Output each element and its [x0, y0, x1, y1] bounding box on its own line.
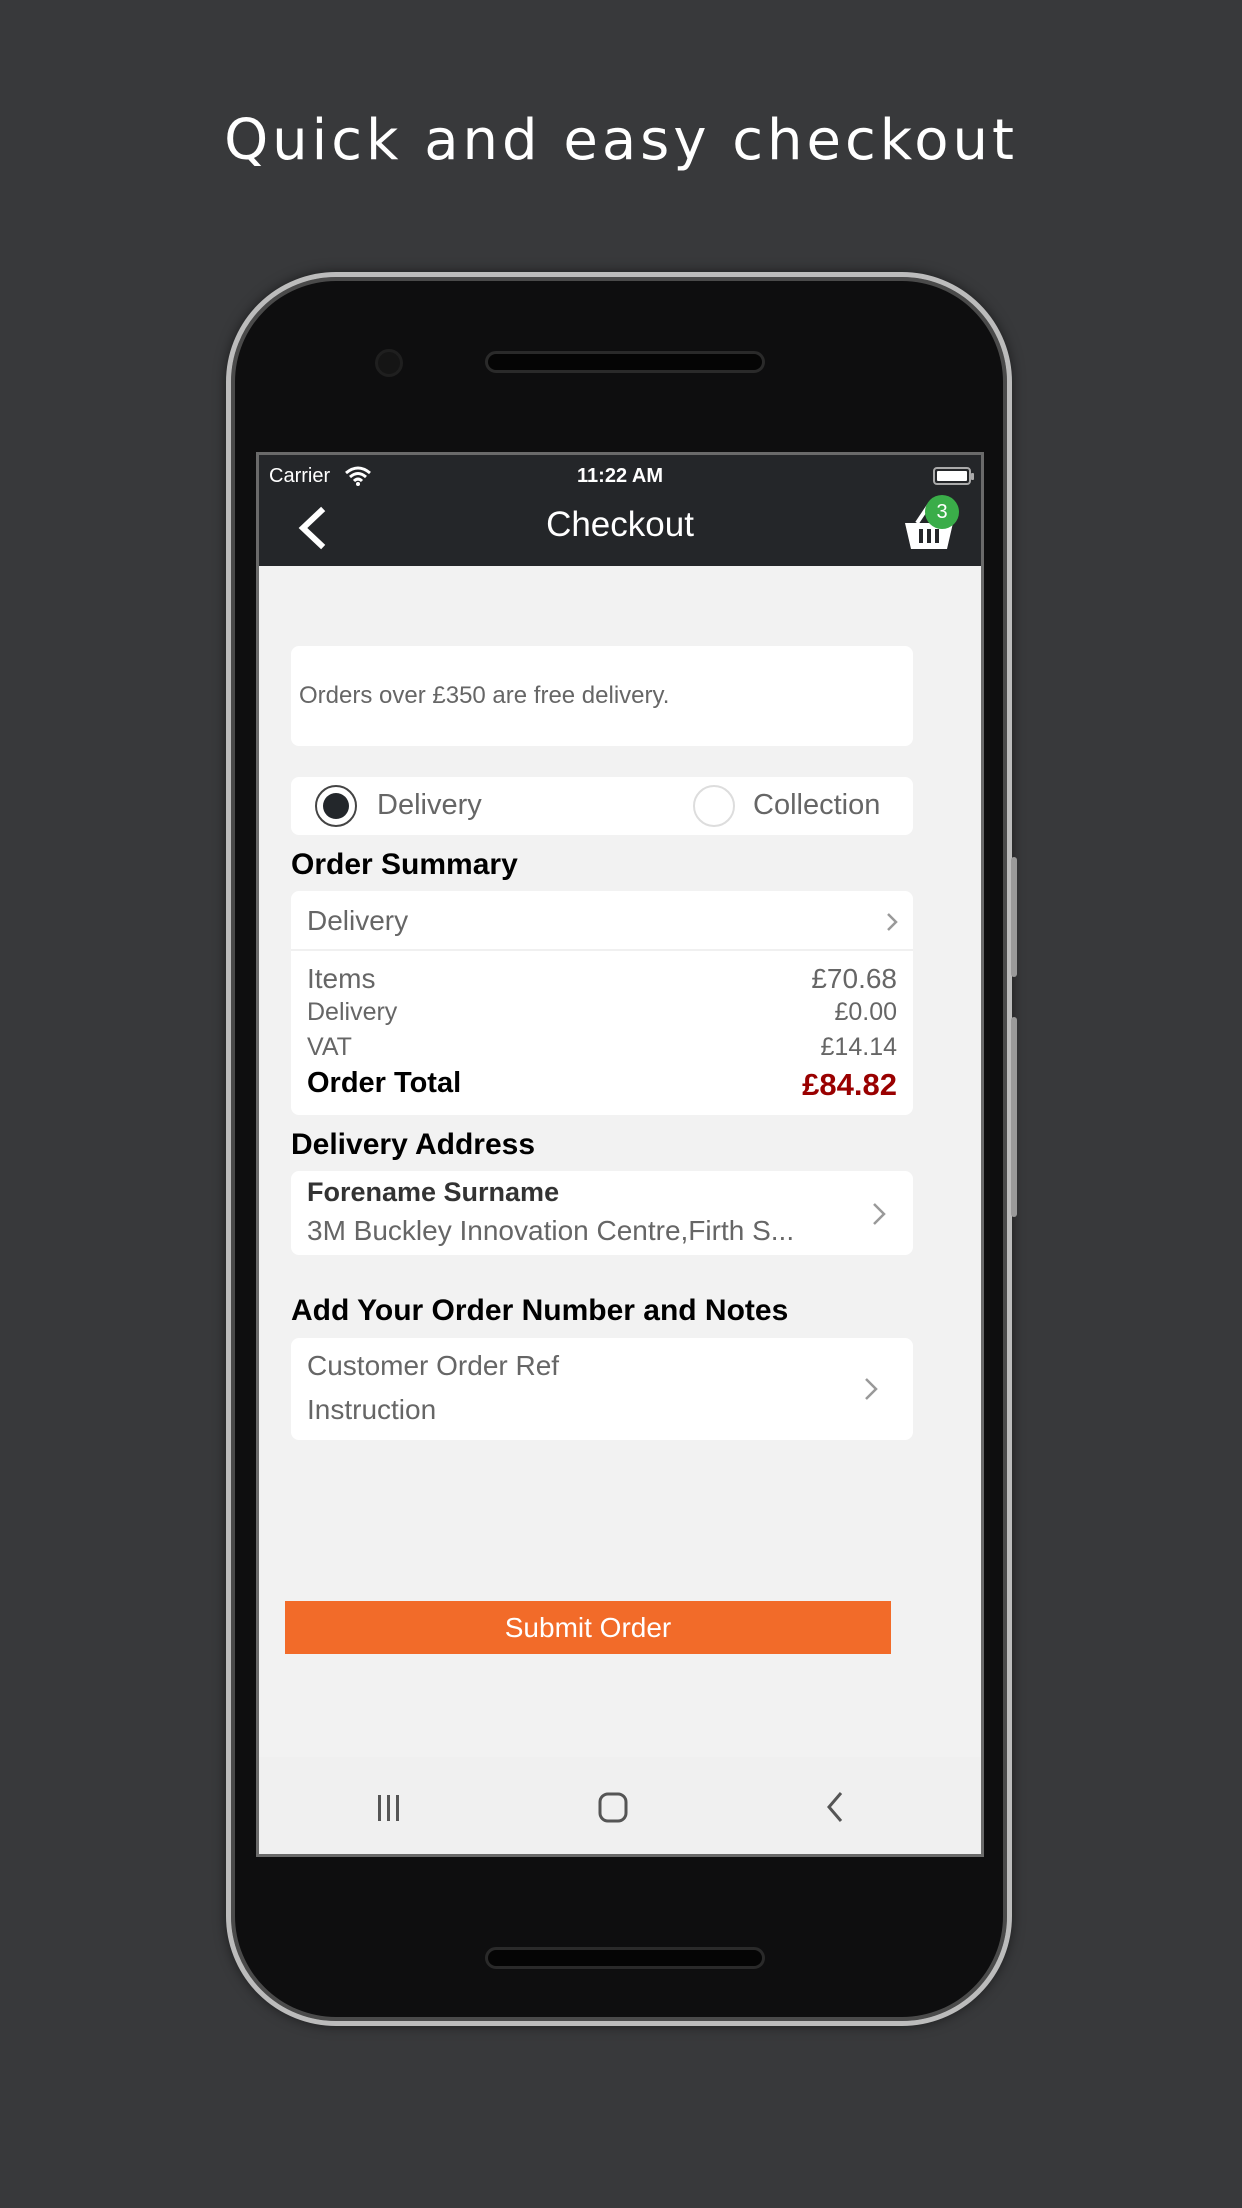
promo-title: Quick and easy checkout [224, 108, 1018, 173]
power-button [1011, 1017, 1017, 1217]
delivery-method-label: Delivery [307, 905, 409, 936]
vat-label: VAT [307, 1033, 352, 1061]
collection-radio-label[interactable]: Collection [753, 789, 880, 822]
order-total-label: Order Total [307, 1067, 462, 1099]
delivery-address-heading: Delivery Address [291, 1128, 536, 1161]
delivery-cost-label: Delivery [307, 998, 398, 1026]
order-summary-heading: Order Summary [291, 848, 518, 881]
items-value: £70.68 [811, 963, 897, 994]
camera-icon [375, 349, 403, 377]
instruction-label: Instruction [307, 1394, 437, 1425]
order-notes-row[interactable]: Customer Order Ref Instruction [291, 1338, 913, 1440]
app-screen: Carrier 11:22 AM Checkout 3 Orders over … [256, 452, 984, 1857]
home-icon [598, 1792, 628, 1823]
order-notes-heading: Add Your Order Number and Notes [291, 1294, 789, 1327]
status-time: 11:22 AM [577, 465, 663, 487]
volume-button [1011, 857, 1017, 977]
home-button[interactable] [593, 1787, 633, 1827]
cart-count-badge: 3 [925, 495, 959, 529]
recents-icon [378, 1795, 399, 1821]
delivery-address-row[interactable]: Forename Surname 3M Buckley Innovation C… [291, 1171, 913, 1255]
customer-order-ref-label: Customer Order Ref [307, 1350, 560, 1381]
free-delivery-info: Orders over £350 are free delivery. [291, 646, 913, 746]
delivery-radio-label[interactable]: Delivery [377, 789, 482, 822]
top-bar: Carrier 11:22 AM Checkout 3 [259, 455, 981, 566]
delivery-cost-value: £0.00 [834, 998, 897, 1026]
submit-order-button[interactable]: Submit Order [285, 1601, 891, 1654]
order-total-value: £84.82 [802, 1067, 897, 1102]
system-back-button[interactable] [815, 1787, 855, 1827]
free-delivery-text: Orders over £350 are free delivery. [299, 682, 670, 709]
items-label: Items [307, 963, 376, 994]
delivery-radio[interactable] [315, 785, 357, 827]
chevron-right-icon [873, 1203, 886, 1225]
recents-button[interactable] [369, 1787, 409, 1827]
android-nav-bar [259, 1757, 981, 1854]
address-name: Forename Surname [307, 1177, 560, 1207]
delivery-method-row[interactable]: Delivery [291, 891, 913, 951]
battery-full-icon [933, 467, 974, 485]
order-summary-card: Delivery Items £70.68 Delivery £0.00 VAT… [291, 891, 913, 1115]
bottom-speaker [485, 1947, 765, 1969]
back-icon [827, 1792, 843, 1822]
chevron-right-icon [865, 1378, 878, 1400]
page-title: Checkout [546, 505, 694, 544]
earpiece-speaker [485, 351, 765, 373]
fulfilment-toggle: Delivery Collection [291, 777, 913, 835]
vat-value: £14.14 [820, 1033, 897, 1061]
address-line: 3M Buckley Innovation Centre,Firth S... [307, 1215, 795, 1246]
collection-radio[interactable] [693, 785, 735, 827]
chevron-right-icon [887, 913, 898, 931]
